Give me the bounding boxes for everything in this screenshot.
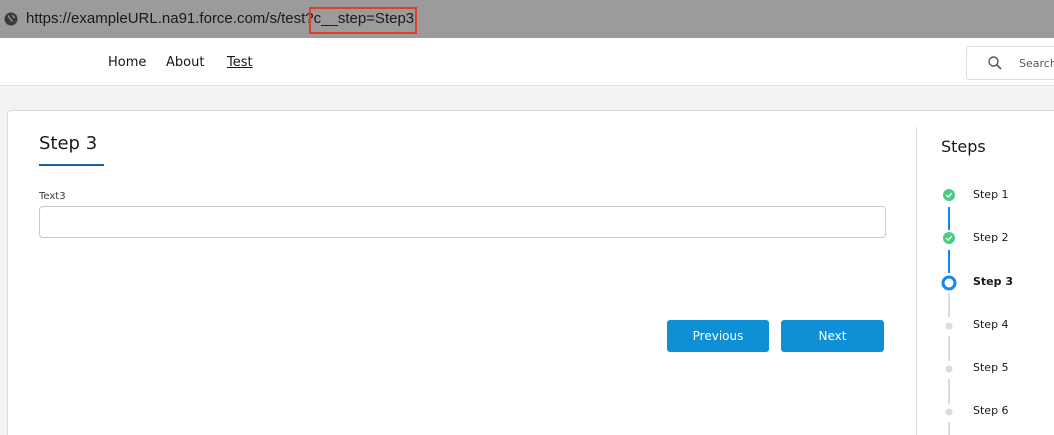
step-title: Step 3 (39, 133, 98, 154)
search-placeholder: Search (1019, 57, 1054, 70)
incomplete-step-icon (945, 365, 953, 373)
wizard-card: Step 3 Text3 Previous Next Steps Step 1 … (7, 110, 1054, 435)
nav-test-link[interactable]: Test (227, 55, 253, 70)
browser-address-bar[interactable]: https://exampleURL.na91.force.com/s/test… (0, 0, 1054, 38)
text3-input[interactable] (39, 206, 886, 238)
text3-label: Text3 (39, 191, 66, 202)
step-connector (948, 379, 950, 404)
step-connector (948, 293, 950, 317)
previous-button[interactable]: Previous (667, 320, 769, 352)
nav-home-link[interactable]: Home (108, 55, 146, 70)
url-prefix: https://exampleURL.na91.force.com/s/test… (26, 10, 314, 27)
step-connector (948, 422, 950, 435)
step-item-5[interactable]: Step 5 (973, 361, 1009, 374)
step-item-3[interactable]: Step 3 (973, 275, 1013, 288)
step-item-6[interactable]: Step 6 (973, 404, 1009, 417)
step-connector (948, 336, 950, 361)
globe-icon (4, 12, 18, 26)
search-icon (988, 56, 1002, 70)
url-param-highlight (309, 7, 417, 34)
panel-divider (916, 127, 917, 435)
current-step-icon (941, 275, 957, 291)
site-header: Home About Test Search (0, 38, 1054, 86)
next-button[interactable]: Next (781, 320, 884, 352)
search-box[interactable]: Search (966, 46, 1054, 80)
step-item-2[interactable]: Step 2 (973, 231, 1009, 244)
check-icon (943, 189, 955, 201)
step-connector (948, 250, 950, 273)
check-icon (943, 232, 955, 244)
nav-about-link[interactable]: About (166, 55, 204, 70)
step-item-4[interactable]: Step 4 (973, 318, 1009, 331)
step-title-underline (39, 164, 104, 166)
step-connector (948, 207, 950, 230)
incomplete-step-icon (945, 408, 953, 416)
incomplete-step-icon (945, 322, 953, 330)
steps-title: Steps (941, 137, 986, 156)
step-item-1[interactable]: Step 1 (973, 188, 1009, 201)
